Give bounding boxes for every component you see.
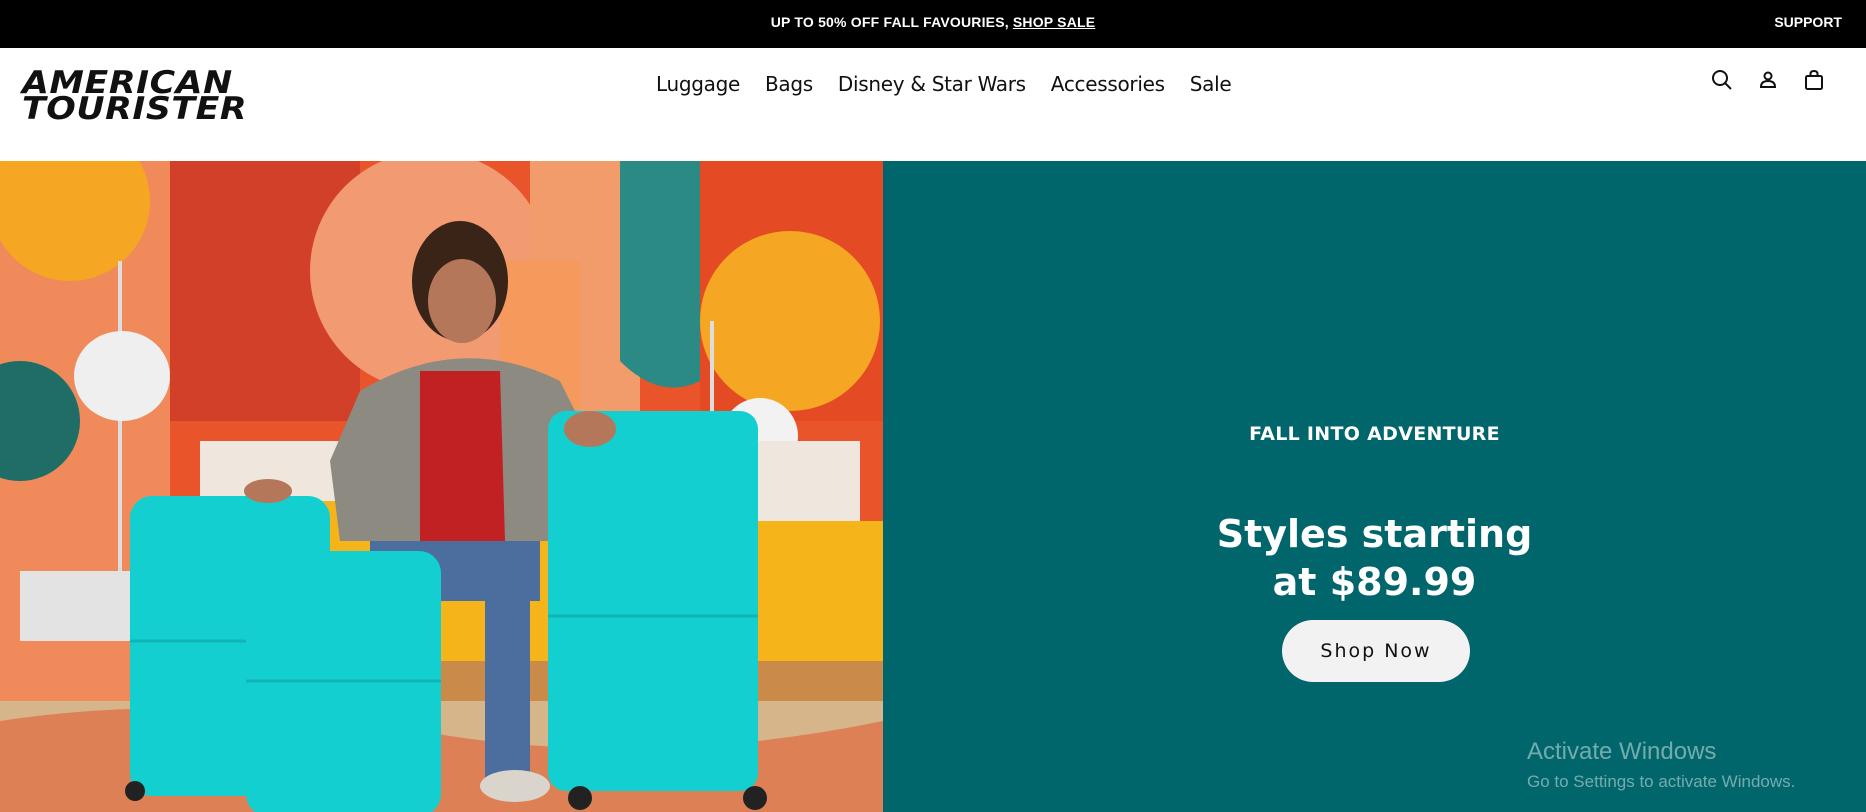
nav-disney-star-wars[interactable]: Disney & Star Wars [838, 72, 1026, 96]
shop-now-button[interactable]: Shop Now [1282, 620, 1470, 682]
logo-line-2: TOURISTER [22, 91, 248, 127]
main-nav: Luggage Bags Disney & Star Wars Accessor… [656, 72, 1232, 96]
promo-message: UP TO 50% OFF FALL FAVOURIES, SHOP SALE [0, 14, 1866, 30]
account-icon[interactable] [1756, 68, 1780, 92]
search-icon[interactable] [1710, 68, 1734, 92]
hero-headline: Styles starting at $89.99 [883, 510, 1866, 606]
watermark-subtitle: Go to Settings to activate Windows. [1527, 772, 1796, 791]
headline-line-2: at $89.99 [1272, 560, 1477, 604]
hero-eyebrow: FALL INTO ADVENTURE [1249, 423, 1500, 445]
support-link[interactable]: SUPPORT [1774, 14, 1842, 30]
hero-panel: FALL INTO ADVENTURE Styles starting at $… [883, 161, 1866, 812]
watermark-title: Activate Windows [1527, 738, 1717, 765]
suitcase-small [246, 551, 441, 812]
promo-text: UP TO 50% OFF FALL FAVOURIES, [770, 14, 1009, 30]
bag-icon[interactable] [1802, 68, 1826, 92]
shop-sale-link[interactable]: SHOP SALE [1013, 14, 1095, 30]
nav-accessories[interactable]: Accessories [1051, 72, 1165, 96]
nav-luggage[interactable]: Luggage [656, 72, 740, 96]
site-header: AMERICAN TOURISTER Luggage Bags Disney &… [0, 48, 1866, 161]
windows-activation-watermark: Activate Windows Go to Settings to activ… [1527, 738, 1795, 792]
hero-image[interactable] [0, 161, 883, 812]
brand-logo[interactable]: AMERICAN TOURISTER [22, 68, 248, 127]
nav-sale[interactable]: Sale [1190, 72, 1232, 96]
promo-bar: UP TO 50% OFF FALL FAVOURIES, SHOP SALE S… [0, 0, 1866, 48]
nav-bags[interactable]: Bags [765, 72, 813, 96]
hero-illustration [0, 161, 883, 812]
suitcase-large [548, 411, 767, 810]
header-actions [1710, 68, 1826, 92]
headline-line-1: Styles starting [1216, 512, 1533, 556]
